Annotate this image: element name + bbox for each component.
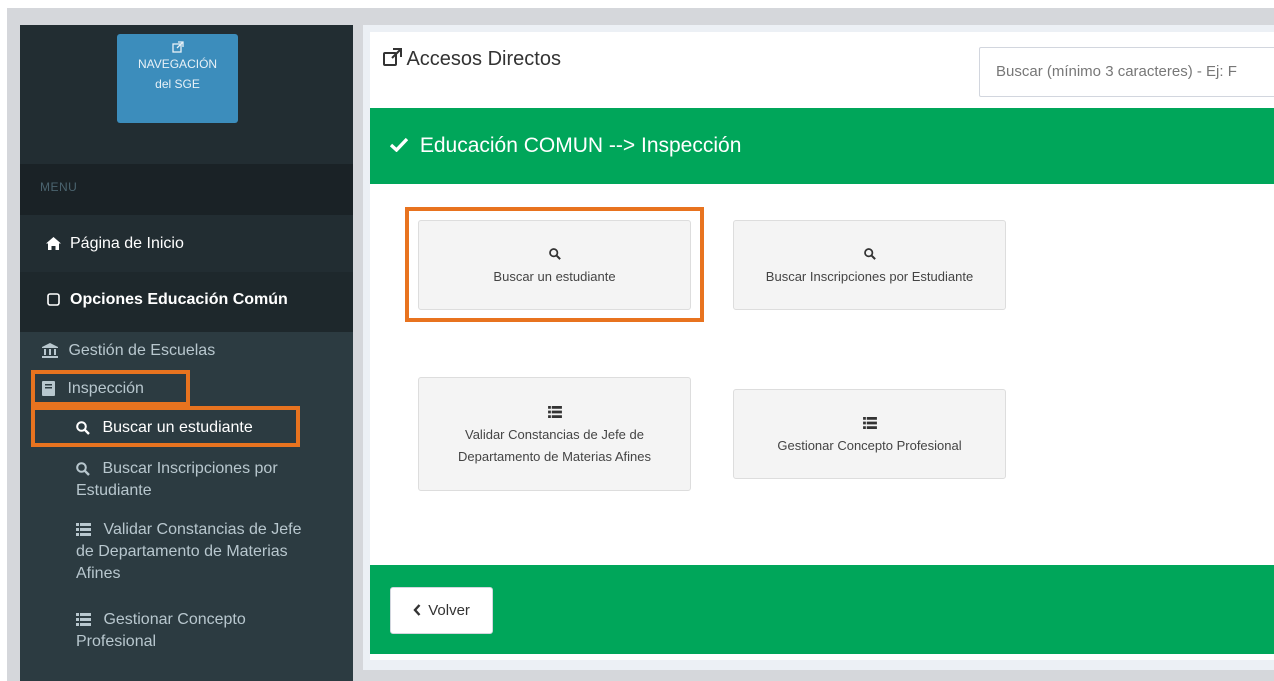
back-button[interactable]: Volver: [390, 587, 493, 634]
tile-validar-label-2: Departamento de Materias Afines: [458, 449, 651, 464]
page-title: Accesos Directos: [383, 45, 561, 73]
sidebar-item-validar-label-2: de Departamento de Materias: [76, 543, 288, 560]
back-button-label: Volver: [428, 602, 470, 619]
highlight-inspection: [31, 370, 190, 406]
sidebar-item-home-label: Página de Inicio: [70, 235, 184, 252]
tile-gestionar-concepto[interactable]: Gestionar Concepto Profesional: [733, 389, 1006, 479]
check-icon: [390, 134, 414, 157]
sidebar-item-buscar-inscripciones-label-2: Estudiante: [76, 482, 152, 499]
navigation-sge-button[interactable]: NAVEGACIÓN del SGE: [117, 34, 238, 123]
sidebar-item-opciones[interactable]: Opciones Educación Común: [20, 272, 353, 332]
sidebar-item-home[interactable]: Página de Inicio: [20, 215, 353, 272]
section-header: Educación COMUN --> Inspección: [370, 108, 1274, 184]
search-icon: [863, 242, 876, 264]
footer-bar: [370, 565, 1274, 654]
sidebar-item-schools-label: Gestión de Escuelas: [68, 342, 216, 359]
square-icon: [42, 272, 64, 328]
sidebar-item-gestionar-concepto[interactable]: Gestionar Concepto Profesional: [76, 609, 246, 653]
external-link-icon: [383, 48, 406, 70]
list-icon: [547, 400, 562, 422]
sidebar-item-opciones-label: Opciones Educación Común: [70, 291, 288, 308]
highlight-tile-buscar-estudiante: [405, 207, 704, 322]
tile-validar-label-1: Validar Constancias de Jefe de: [465, 427, 644, 442]
sidebar-item-validar-label-1: Validar Constancias de Jefe: [103, 521, 302, 538]
sidebar-item-schools[interactable]: Gestión de Escuelas: [42, 340, 215, 362]
home-icon: [42, 215, 64, 272]
menu-header: MENU: [20, 164, 353, 215]
sidebar-item-validar-label-3: Afines: [76, 565, 121, 582]
external-link-icon: [117, 36, 238, 54]
search-input[interactable]: Buscar (mínimo 3 caracteres) - Ej: F: [979, 47, 1274, 97]
sidebar-item-buscar-inscripciones-label-1: Buscar Inscripciones por: [102, 460, 278, 477]
sidebar-item-gestionar-label-1: Gestionar Concepto: [103, 611, 246, 628]
bank-icon: [42, 342, 62, 359]
nav-button-line2: del SGE: [155, 77, 200, 91]
sidebar-item-gestionar-label-2: Profesional: [76, 633, 157, 650]
sidebar-item-validar-constancias[interactable]: Validar Constancias de Jefe de Departame…: [76, 519, 302, 585]
tile-validar-constancias[interactable]: Validar Constancias de Jefe de Departame…: [418, 377, 691, 491]
page-title-text: Accesos Directos: [406, 48, 561, 70]
tile-gestionar-label: Gestionar Concepto Profesional: [777, 438, 962, 453]
list-icon: [76, 521, 95, 538]
search-icon: [76, 460, 94, 477]
nav-button-line1: NAVEGACIÓN: [137, 57, 218, 71]
section-header-text: Educación COMUN --> Inspección: [419, 134, 742, 157]
list-icon: [76, 611, 95, 628]
highlight-buscar-estudiante: [31, 406, 300, 447]
sidebar-item-buscar-inscripciones[interactable]: Buscar Inscripciones por Estudiante: [76, 458, 278, 502]
list-icon: [862, 411, 877, 433]
chevron-left-icon: [413, 602, 425, 619]
tile-buscar-inscripciones-label: Buscar Inscripciones por Estudiante: [765, 269, 974, 284]
tile-buscar-inscripciones[interactable]: Buscar Inscripciones por Estudiante: [733, 220, 1006, 310]
